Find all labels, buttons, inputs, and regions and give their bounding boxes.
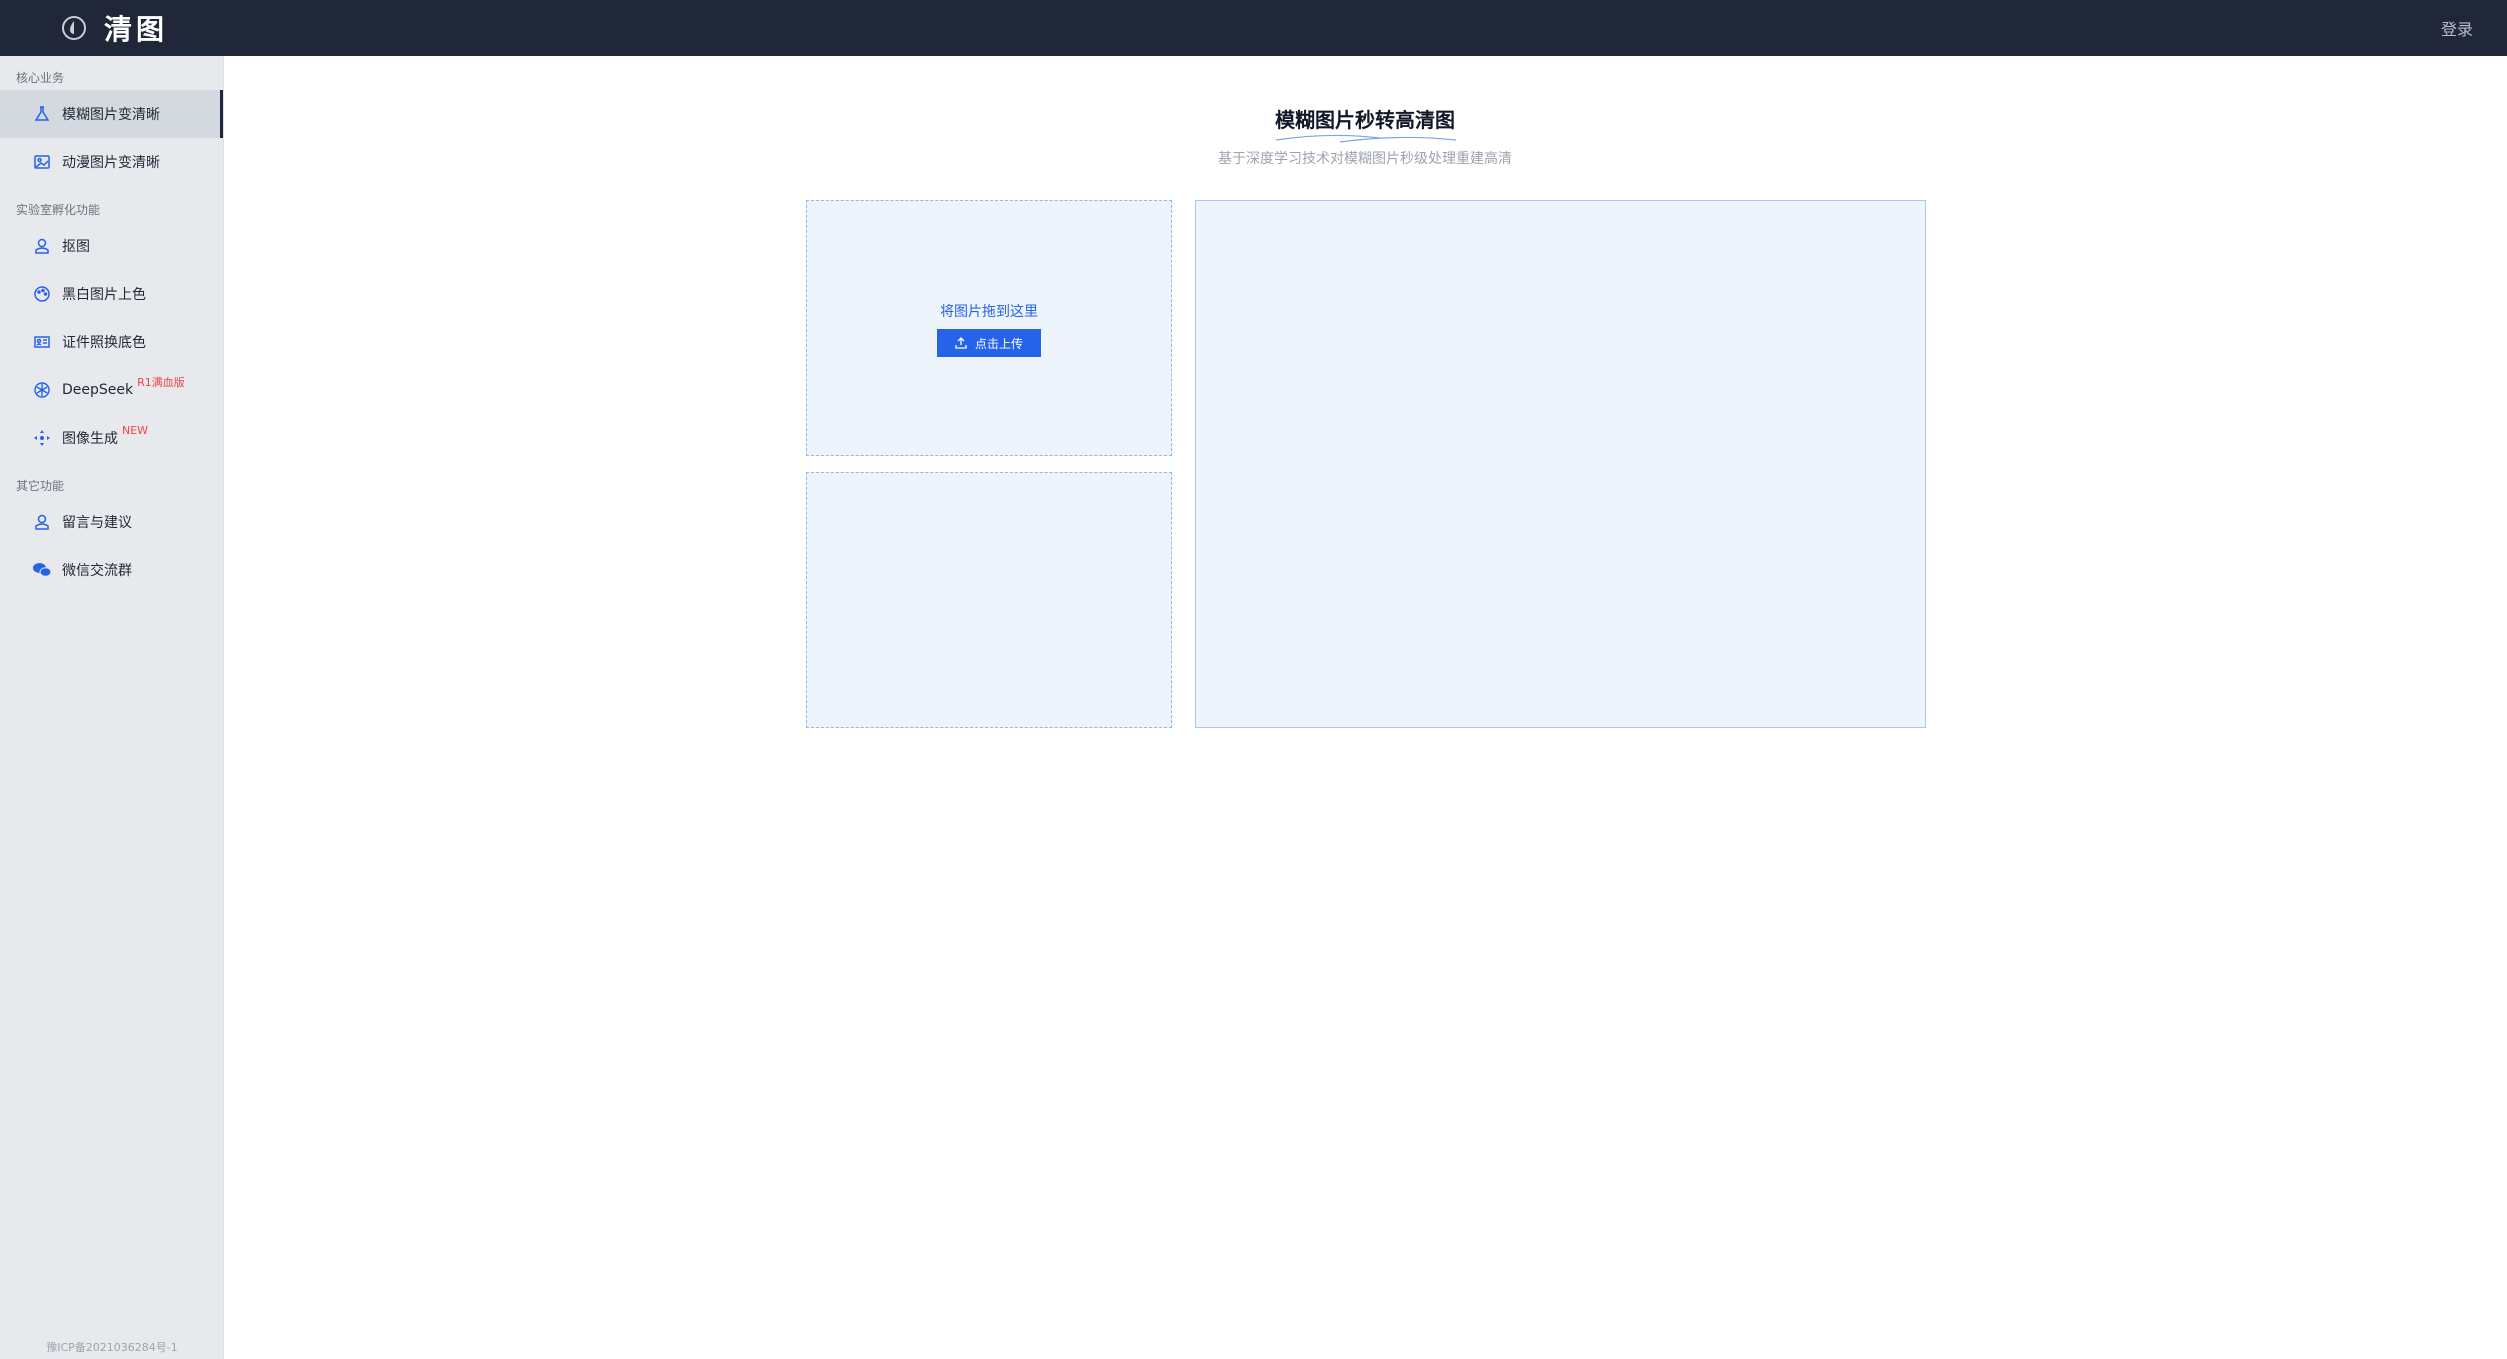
original-preview-panel (806, 472, 1172, 728)
sidebar-item-label: 动漫图片变清晰 (62, 155, 160, 171)
sidebar-item-label: DeepSeek (62, 382, 134, 398)
sidebar-item-wechat[interactable]: 微信交流群 (0, 546, 223, 594)
drop-logo-icon (60, 14, 88, 42)
section-title-other: 其它功能 (16, 479, 65, 493)
sidebar-item-deblur[interactable]: 模糊图片变清晰 (0, 90, 223, 138)
sidebar-item-label: 抠图 (62, 239, 90, 255)
sidebar-item-label: 留言与建议 (62, 515, 132, 531)
app-title: 清图 (104, 13, 169, 46)
wechat-icon (32, 560, 52, 580)
upload-icon (955, 337, 967, 349)
sidebar-item-id-photo[interactable]: 证件照换底色 (0, 318, 223, 366)
new-badge: NEW (122, 423, 149, 437)
sidebar-item-label: 微信交流群 (62, 563, 132, 579)
sidebar-item-deepseek[interactable]: DeepSeek R1满血版 (0, 366, 223, 414)
sidebar-item-label: 图像生成 (62, 431, 118, 447)
page-title: 模糊图片秒转高清图 (1275, 108, 1455, 132)
upload-dropzone[interactable]: 将图片拖到这里 点击上传 (806, 200, 1172, 456)
sidebar-item-cutout[interactable]: 抠图 (0, 222, 223, 270)
sidebar-item-image-gen[interactable]: 图像生成 NEW (0, 414, 223, 462)
sidebar-item-anime[interactable]: 动漫图片变清晰 (0, 138, 223, 186)
brand[interactable]: 清图 (60, 8, 168, 48)
sidebar-item-label: 黑白图片上色 (62, 287, 146, 303)
section-title-core: 核心业务 (16, 71, 65, 85)
section-title-lab: 实验室孵化功能 (16, 203, 101, 217)
upload-button[interactable]: 点击上传 (937, 329, 1041, 357)
result-preview-panel (1195, 200, 1926, 728)
page-subtitle: 基于深度学习技术对模糊图片秒级处理重建高清 (1218, 151, 1512, 167)
login-link[interactable]: 登录 (2441, 16, 2473, 40)
r1-badge: R1满血版 (137, 376, 185, 389)
icp-footer-link[interactable]: 豫ICP备2021036284号-1 (0, 1339, 224, 1355)
sidebar-item-colorize[interactable]: 黑白图片上色 (0, 270, 223, 318)
top-bar: 清图 登录 (0, 0, 2507, 56)
person-icon (32, 512, 52, 532)
drop-hint: 将图片拖到这里 (940, 304, 1038, 320)
sidebar-item-label: 模糊图片变清晰 (62, 107, 160, 123)
move-icon (32, 428, 52, 448)
palette-icon (32, 284, 52, 304)
sidebar: 核心业务 模糊图片变清晰 动漫图片变清晰 实验室孵化功能 抠图 黑白图片上色 证… (0, 56, 224, 1359)
title-underline-decoration (1275, 134, 1457, 143)
sidebar-item-label: 证件照换底色 (62, 335, 146, 351)
image-icon (32, 152, 52, 172)
sidebar-item-feedback[interactable]: 留言与建议 (0, 498, 223, 546)
person-icon (32, 236, 52, 256)
id-card-icon (32, 332, 52, 352)
upload-button-label: 点击上传 (974, 336, 1023, 351)
openai-icon (32, 380, 52, 400)
flask-icon (32, 104, 52, 124)
